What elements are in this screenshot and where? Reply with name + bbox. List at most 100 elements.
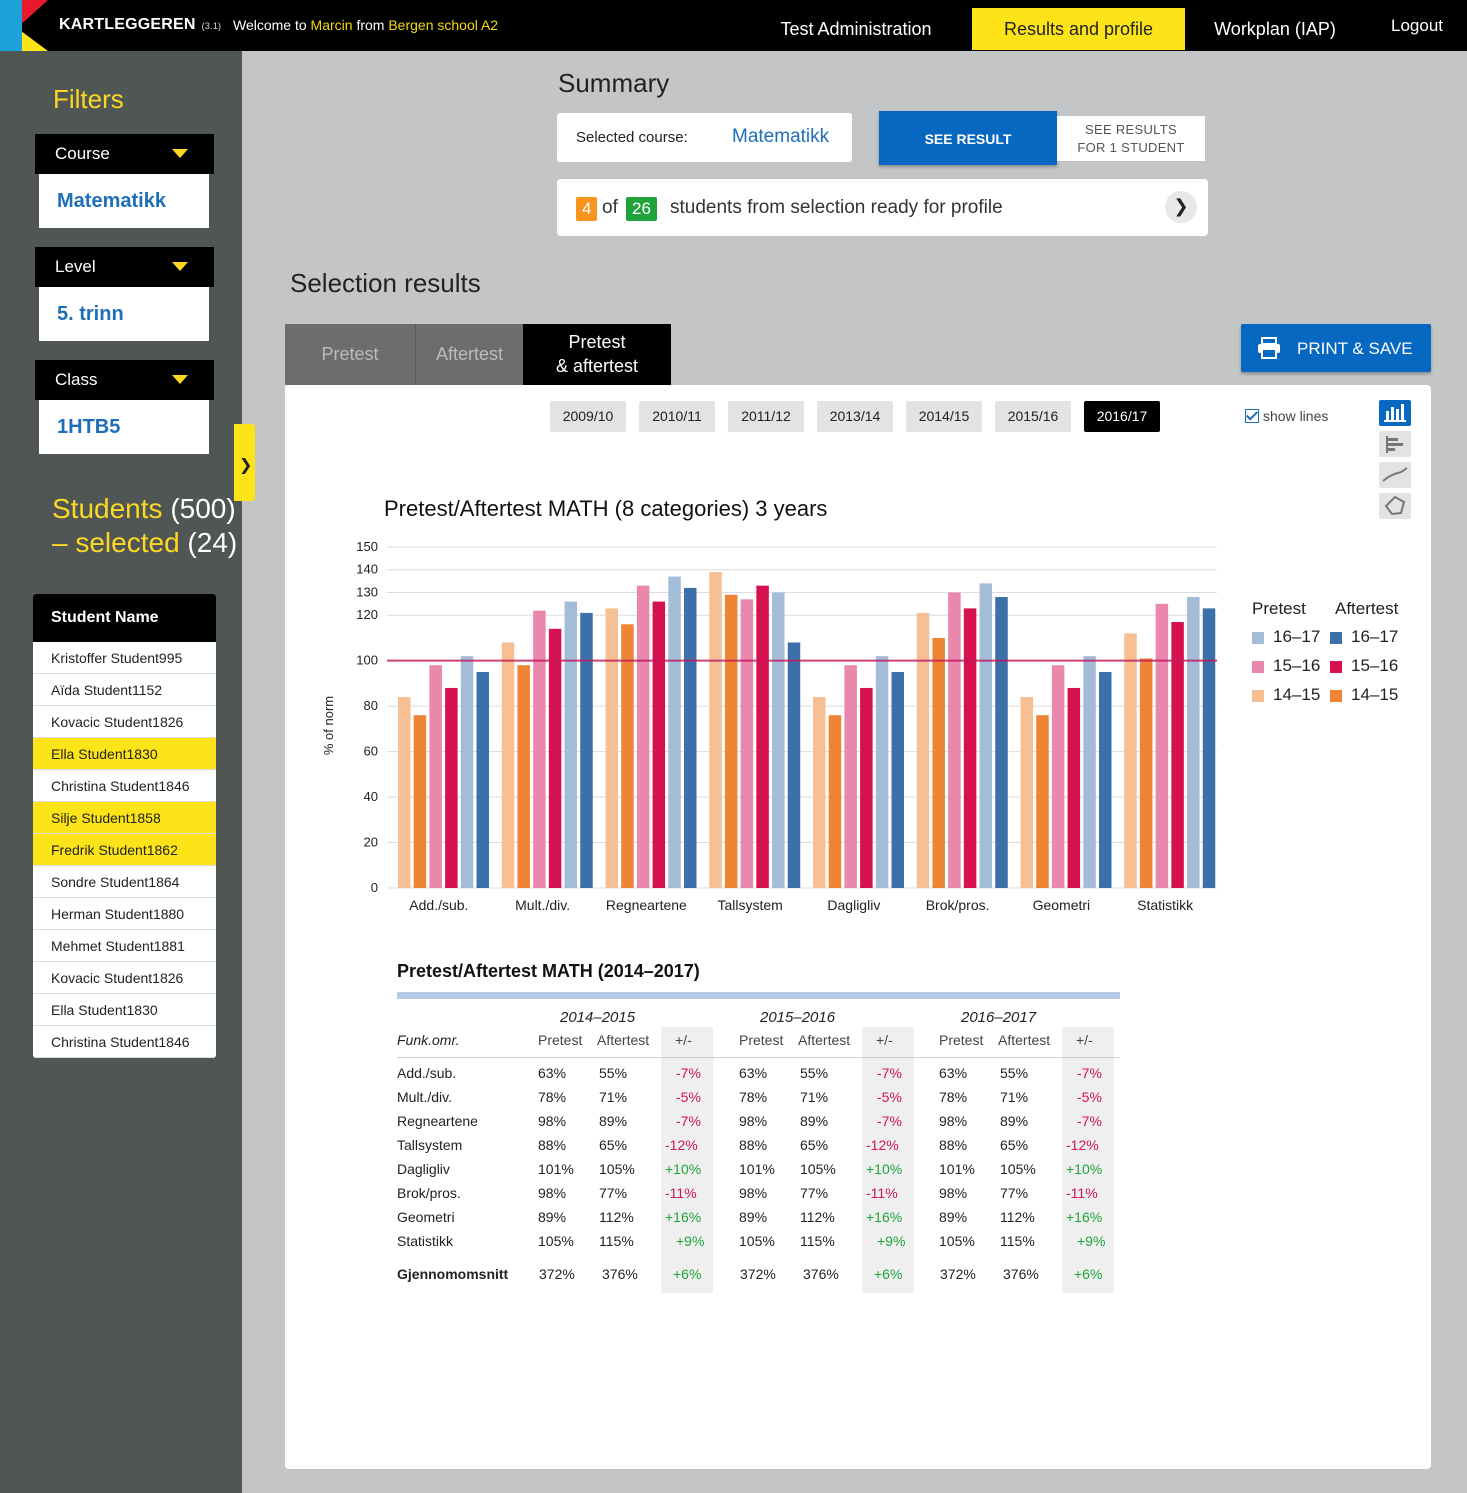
aftertest-value: 105% <box>599 1161 635 1177</box>
caret-down-icon <box>172 149 188 158</box>
chevron-right-icon[interactable]: ❯ <box>1165 191 1197 223</box>
year-button[interactable]: 2016/17 <box>1084 401 1160 432</box>
nav-results-and-profile[interactable]: Results and profile <box>972 8 1185 50</box>
class-filter-dropdown[interactable]: Class <box>35 360 214 400</box>
bar <box>548 628 562 888</box>
student-row[interactable]: Ella Student1830 <box>33 994 216 1026</box>
column-header: Pretest <box>739 1032 784 1048</box>
legend-label: 16–17 <box>1351 627 1399 646</box>
tab-pretest[interactable]: Pretest <box>285 324 415 385</box>
column-header: Funk.omr. <box>397 1032 460 1048</box>
tab-aftertest[interactable]: Aftertest <box>415 324 523 385</box>
student-row[interactable]: Aïda Student1152 <box>33 674 216 706</box>
bar <box>756 585 769 888</box>
bar <box>916 612 930 888</box>
print-save-button[interactable]: PRINT & SAVE <box>1241 324 1431 372</box>
aftertest-value: 55% <box>1000 1065 1029 1081</box>
bar <box>891 672 904 888</box>
year-button[interactable]: 2013/14 <box>817 401 893 432</box>
legend-label: 14–15 <box>1351 685 1399 704</box>
year-button[interactable]: 2015/16 <box>995 401 1071 432</box>
student-row[interactable]: Christina Student1846 <box>33 770 216 802</box>
pretest-value: 78% <box>739 1089 768 1105</box>
year-button[interactable]: 2010/11 <box>639 401 715 432</box>
pretest-value: 105% <box>538 1233 574 1249</box>
selected-course-label: Selected course: <box>576 129 688 146</box>
y-tick-label: 80 <box>364 698 378 713</box>
student-row[interactable]: Mehmet Student1881 <box>33 930 216 962</box>
course-filter-value[interactable]: Matematikk <box>39 174 209 228</box>
student-row[interactable]: Fredrik Student1862 <box>33 834 216 866</box>
bar <box>1067 687 1081 888</box>
level-filter-value[interactable]: 5. trinn <box>39 287 209 341</box>
aftertest-value: 77% <box>1000 1185 1029 1201</box>
bar <box>963 608 977 888</box>
show-lines-checkbox[interactable]: show lines <box>1245 408 1328 424</box>
pretest-value: 78% <box>538 1089 567 1105</box>
nav-test-administration[interactable]: Test Administration <box>756 8 956 50</box>
bar <box>948 592 961 888</box>
year-button[interactable]: 2014/15 <box>906 401 982 432</box>
see-results-for-1-student-button[interactable]: SEE RESULTS FOR 1 STUDENT <box>1057 116 1205 161</box>
horizontal-bar-icon[interactable] <box>1379 431 1411 457</box>
aftertest-value: 65% <box>800 1137 829 1153</box>
nav-workplan[interactable]: Workplan (IAP) <box>1200 8 1350 50</box>
student-row[interactable]: Kovacic Student1826 <box>33 962 216 994</box>
total-pretest-value: 372% <box>740 1266 776 1282</box>
x-tick-label: Dagligliv <box>827 897 880 913</box>
table-title: Pretest/Aftertest MATH (2014–2017) <box>397 961 700 981</box>
radar-chart-icon[interactable] <box>1379 493 1411 519</box>
diff-value: -7% <box>1077 1065 1102 1081</box>
see-result-button[interactable]: SEE RESULT <box>879 111 1057 165</box>
row-label: Mult./div. <box>397 1089 452 1105</box>
line-chart-icon[interactable] <box>1379 462 1411 488</box>
summary-title: Summary <box>558 68 670 98</box>
bar-chart-icon[interactable] <box>1379 400 1411 426</box>
kartleggeren-logo[interactable] <box>0 0 50 51</box>
student-row[interactable]: Herman Student1880 <box>33 898 216 930</box>
bar <box>740 599 754 888</box>
year-button[interactable]: 2009/10 <box>550 401 626 432</box>
year-button[interactable]: 2011/12 <box>728 401 804 432</box>
students-count: Students (500) – selected (24) <box>52 493 238 558</box>
diff-value: +16% <box>1066 1209 1103 1225</box>
diff-value: -5% <box>676 1089 701 1105</box>
course-filter-dropdown[interactable]: Course <box>35 134 214 174</box>
level-filter-dropdown[interactable]: Level <box>35 247 214 287</box>
total-aftertest-value: 376% <box>602 1266 638 1282</box>
x-tick-label: Add./sub. <box>409 897 468 913</box>
x-tick-label: Mult./div. <box>515 897 570 913</box>
diff-value: -5% <box>1077 1089 1102 1105</box>
pretest-value: 98% <box>739 1113 768 1129</box>
student-row[interactable]: Ella Student1830 <box>33 738 216 770</box>
tab-pretest-aftertest[interactable]: Pretest & aftertest <box>523 324 671 385</box>
logout-link[interactable]: Logout <box>1378 5 1456 47</box>
bar <box>533 610 546 888</box>
y-tick-label: 150 <box>356 539 378 554</box>
row-label: Brok/pros. <box>397 1185 461 1201</box>
student-row[interactable]: Christina Student1846 <box>33 1026 216 1058</box>
student-row[interactable]: Sondre Student1864 <box>33 866 216 898</box>
x-tick-label: Brok/pros. <box>926 897 990 913</box>
student-row[interactable]: Silje Student1858 <box>33 802 216 834</box>
diff-value: +10% <box>665 1161 702 1177</box>
diff-value: +10% <box>866 1161 903 1177</box>
collapse-sidebar-button[interactable]: ❯ <box>234 424 255 501</box>
bar <box>709 572 722 888</box>
student-row[interactable]: Kristoffer Student995 <box>33 642 216 674</box>
y-tick-label: 0 <box>371 880 378 895</box>
student-row[interactable]: Kovacic Student1826 <box>33 706 216 738</box>
bar <box>1187 597 1200 888</box>
pretest-value: 98% <box>538 1113 567 1129</box>
ready-for-profile-bar[interactable]: 4 of 26 students from selection ready fo… <box>557 179 1208 236</box>
bar <box>813 697 826 888</box>
diff-value: -11% <box>866 1185 898 1201</box>
row-label: Tallsystem <box>397 1137 463 1153</box>
y-tick-label: 20 <box>364 835 378 850</box>
diff-value: -7% <box>676 1065 701 1081</box>
ready-text: students from selection ready for profil… <box>670 197 1003 218</box>
total-pretest-value: 372% <box>539 1266 575 1282</box>
chevron-right-icon: ❯ <box>239 457 253 474</box>
class-filter-value[interactable]: 1HTB5 <box>39 400 209 454</box>
x-tick-label: Tallsystem <box>717 897 782 913</box>
